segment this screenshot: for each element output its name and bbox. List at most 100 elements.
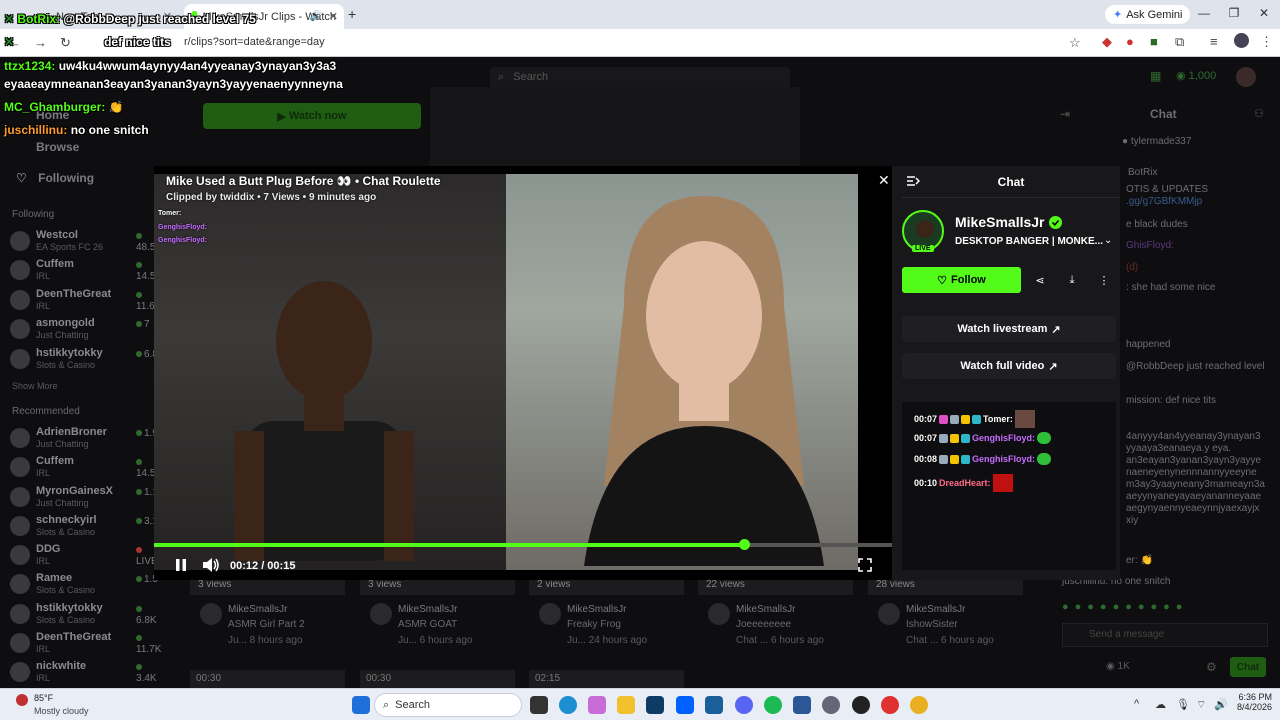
clip-meta: Ju... 6 hours ago: [398, 635, 473, 646]
sidebar-channel[interactable]: Cuffem IRL 14.5: [10, 258, 160, 286]
stream-title: DESKTOP BANGER | MONKE...: [955, 236, 1104, 247]
task-view-icon[interactable]: [530, 696, 548, 714]
sidebar-channel[interactable]: nickwhite IRL 3.4K: [10, 660, 160, 688]
avatar: [10, 260, 30, 280]
fullscreen-icon[interactable]: [858, 558, 872, 572]
store-icon[interactable]: [646, 696, 664, 714]
more-vert-icon[interactable]: ⋮: [1260, 34, 1273, 50]
sidebar-following-label: Following: [38, 171, 95, 185]
dropbox-icon[interactable]: [676, 696, 694, 714]
chat-send-button[interactable]: Chat: [1230, 657, 1266, 677]
show-more-link[interactable]: Show More: [12, 381, 58, 391]
top-search[interactable]: ⌕ Search: [490, 67, 790, 89]
clip-card[interactable]: 3 views MikeSmallsJr ASMR GOAT Ju... 6 hour…: [360, 579, 520, 679]
edge-icon[interactable]: [559, 696, 577, 714]
extension-icon[interactable]: ■: [1150, 34, 1158, 49]
clip-card[interactable]: 22 views MikeSmallsJr Joeeeeeeee Chat ... 6…: [698, 579, 858, 679]
file-explorer-icon[interactable]: [617, 696, 635, 714]
chat-link[interactable]: .gg/g7GBfKMMjp: [1126, 196, 1202, 207]
avatar[interactable]: [1236, 67, 1256, 87]
app-icon[interactable]: [793, 696, 811, 714]
follow-button[interactable]: ♡ Follow: [902, 267, 1021, 293]
app-icon[interactable]: [881, 696, 899, 714]
avatar: [200, 603, 222, 625]
clip-card[interactable]: 2 views MikeSmallsJr Freaky Frog Ju... 24 h…: [529, 579, 689, 679]
collapse-chat-icon[interactable]: ⇥: [1060, 107, 1070, 121]
cloud-icon[interactable]: ☁: [1155, 698, 1166, 711]
volume-icon[interactable]: [202, 557, 220, 573]
close-window-button[interactable]: ✕: [1254, 6, 1274, 20]
windows-start-icon[interactable]: [352, 696, 370, 714]
maximize-button[interactable]: ❐: [1224, 6, 1244, 20]
sidebar-channel[interactable]: DeenTheGreat IRL 11.6: [10, 288, 160, 316]
extension-icon[interactable]: ●: [1126, 34, 1134, 49]
grid-icon[interactable]: ▦: [1150, 69, 1161, 83]
watch-now-button[interactable]: ▶ Watch now: [203, 103, 421, 129]
watch-full-video-button[interactable]: Watch full video ↗: [902, 353, 1116, 379]
clip-title: Freaky Frog: [567, 619, 621, 630]
sidebar-channel[interactable]: Westcol EA Sports FC 26 48.5: [10, 229, 160, 257]
chevron-down-icon[interactable]: ⌄: [1104, 235, 1112, 246]
more-vert-icon[interactable]: ⋮: [1091, 267, 1117, 293]
clip-card[interactable]: 3 views MikeSmallsJr ASMR Girl Part 2 Ju...…: [190, 579, 350, 679]
gemini-icon: ✦: [1113, 9, 1123, 21]
address-bar[interactable]: r/clips?sort=date&range=day: [84, 33, 1088, 53]
close-icon[interactable]: ✕: [329, 10, 338, 23]
puzzle-icon[interactable]: ⧉: [1175, 34, 1184, 50]
sidebar-channel[interactable]: asmongold Just Chatting 7: [10, 317, 160, 345]
sidebar-browse[interactable]: Browse: [36, 140, 79, 154]
profile-avatar[interactable]: [1234, 33, 1249, 48]
points-pill[interactable]: ◉ 1,000: [1176, 69, 1216, 82]
video-person-right: [584, 196, 824, 566]
download-icon[interactable]: ⤓: [1059, 267, 1085, 293]
chevron-up-icon[interactable]: ^: [1134, 698, 1139, 710]
pause-icon[interactable]: [174, 558, 188, 572]
bookmark-star-icon[interactable]: ☆: [1069, 35, 1081, 51]
sidebar-channel[interactable]: AdrienBroner Just Chatting 1.9: [10, 426, 160, 454]
sidebar-channel[interactable]: Ramee Slots & Casino 1.5: [10, 572, 160, 600]
sidebar-channel[interactable]: DeenTheGreat IRL 11.7K: [10, 631, 161, 659]
sidebar-channel[interactable]: hstikkytokky Slots & Casino 6.8: [10, 347, 160, 375]
spotify-icon[interactable]: [764, 696, 782, 714]
clip-card[interactable]: 28 views MikeSmallsJr IshowSister Chat ... …: [868, 579, 1028, 679]
extension-icon[interactable]: ◆: [1102, 34, 1112, 50]
channel-name: Westcol: [36, 229, 78, 241]
sidebar-channel[interactable]: Cuffem IRL 14.5: [10, 455, 160, 483]
new-tab-button[interactable]: +: [348, 6, 356, 22]
minimize-button[interactable]: —: [1194, 6, 1214, 20]
settings-icon[interactable]: [822, 696, 840, 714]
speaker-icon[interactable]: 🔊: [310, 11, 322, 22]
discord-icon[interactable]: [735, 696, 753, 714]
chrome-icon[interactable]: [910, 696, 928, 714]
streamer-name[interactable]: MikeSmallsJr: [955, 214, 1045, 230]
sidebar-channel[interactable]: hstikkytokky Slots & Casino 6.8K: [10, 602, 160, 630]
chat-replay-line: 00:10 DreadHeart:: [914, 474, 1013, 492]
channel-category: IRL: [36, 301, 51, 311]
video-progress-bar[interactable]: [154, 539, 892, 550]
obs-icon[interactable]: [852, 696, 870, 714]
microphone-icon[interactable]: 🎙: [1176, 698, 1190, 711]
settings-icon[interactable]: ⚙: [1206, 660, 1217, 674]
avatar: [10, 349, 30, 369]
clock[interactable]: 6:36 PM 8/4/2026: [1232, 692, 1272, 712]
close-icon[interactable]: ✕: [878, 172, 890, 189]
menu-list-icon[interactable]: ≡: [1210, 34, 1218, 49]
app-icon[interactable]: [705, 696, 723, 714]
sidebar-following[interactable]: ♡ Following: [16, 171, 94, 185]
watch-livestream-button[interactable]: Watch livestream ↗: [902, 316, 1116, 342]
speaker-icon[interactable]: 🔊: [1214, 698, 1228, 711]
follow-label: Follow: [951, 274, 986, 286]
sidebar-channel[interactable]: DDG IRL LIVE: [10, 543, 160, 571]
users-icon[interactable]: ⚇: [1254, 107, 1264, 120]
send-message-input[interactable]: Send a message: [1062, 623, 1268, 647]
taskbar-search[interactable]: ⌕ Search: [374, 693, 522, 717]
share-icon[interactable]: ⋖: [1027, 267, 1053, 293]
chat-line: 4anyyy4an4yyeanay3ynayan3: [1126, 431, 1261, 442]
ask-gemini-button[interactable]: ✦ Ask Gemini: [1105, 5, 1191, 24]
sidebar-channel[interactable]: MyronGainesX Just Chatting 1.1: [10, 485, 160, 513]
video-player[interactable]: Mike Used a Butt Plug Before 👀 • Chat Ro…: [154, 166, 892, 580]
sidebar-channel[interactable]: schneckyirl Slots & Casino 3.1: [10, 514, 160, 542]
panel-title: Chat: [997, 175, 1025, 189]
wifi-icon[interactable]: ⌔: [1196, 698, 1206, 712]
copilot-icon[interactable]: [588, 696, 606, 714]
